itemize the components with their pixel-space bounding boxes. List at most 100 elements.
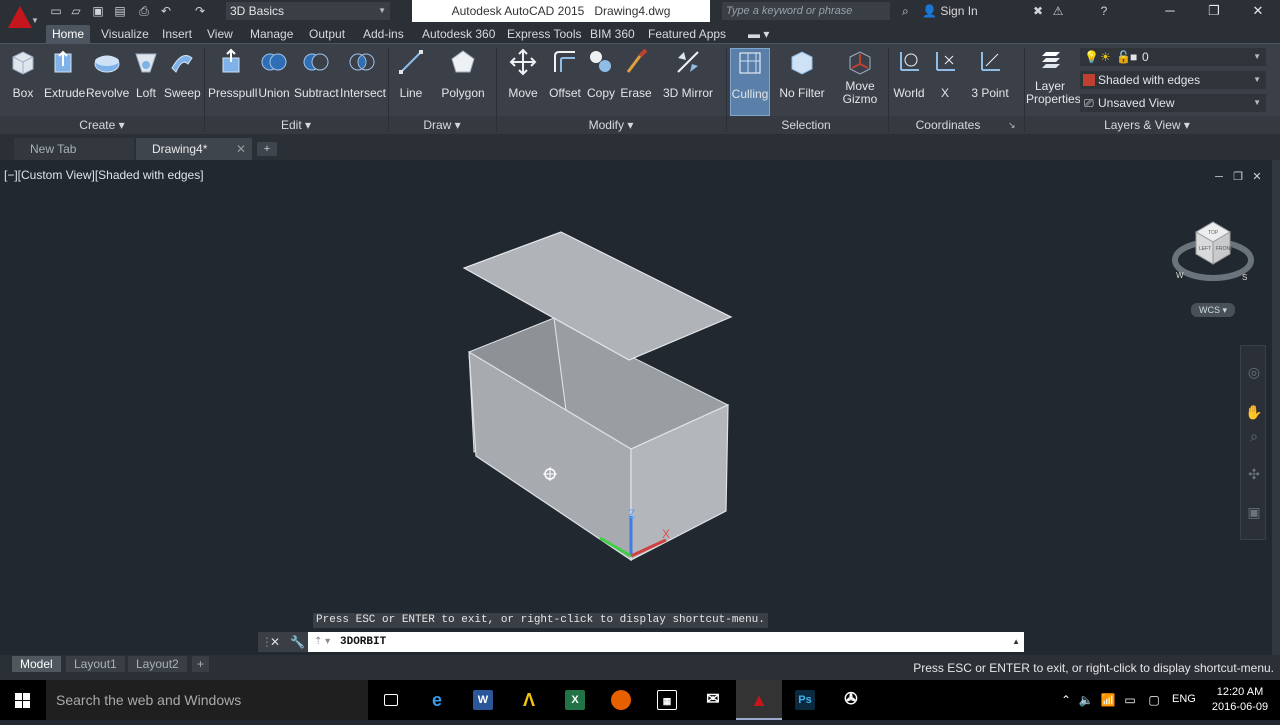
autocad-app[interactable]: ▲ xyxy=(736,680,782,720)
edit-panel-title[interactable]: Edit ▾ xyxy=(204,116,388,134)
pan-icon[interactable]: ✋ xyxy=(1244,402,1264,422)
world-button[interactable]: World xyxy=(890,48,928,110)
viewcube-front-label[interactable]: FRONT xyxy=(1216,246,1233,252)
tab-autodesk-360[interactable]: Autodesk 360 xyxy=(416,25,501,43)
dialog-launcher-icon[interactable]: ↘ xyxy=(1008,120,1016,131)
task-view-button[interactable] xyxy=(368,680,414,720)
edge-app[interactable]: e xyxy=(414,680,460,720)
tab-bim-360[interactable]: BIM 360 xyxy=(584,25,641,43)
plot-icon[interactable]: ⎙ xyxy=(136,3,152,19)
binoculars-icon[interactable]: ⌕ xyxy=(902,4,909,18)
tab-layout2[interactable]: Layout2 xyxy=(128,656,187,672)
application-menu-button[interactable]: ▼ xyxy=(0,0,42,44)
tab-layout1[interactable]: Layout1 xyxy=(66,656,125,672)
zoom-icon[interactable]: ⌕ xyxy=(1244,426,1264,446)
sign-in-button[interactable]: ⌕ 👤 Sign In xyxy=(898,2,1026,20)
presspull-button[interactable]: Presspull xyxy=(208,48,257,110)
move-button[interactable]: Move xyxy=(506,48,540,110)
restore-button[interactable]: ❐ xyxy=(1192,0,1236,22)
compass-w[interactable]: W xyxy=(1176,271,1184,280)
command-input[interactable]: 3DORBIT xyxy=(340,632,386,652)
wcs-menu[interactable]: WCS ▾ xyxy=(1191,303,1235,317)
intersect-button[interactable]: Intersect xyxy=(340,48,386,110)
tab-express-tools[interactable]: Express Tools xyxy=(501,25,587,43)
tab-new-tab[interactable]: New Tab xyxy=(14,138,134,160)
polygon-button[interactable]: Polygon xyxy=(440,48,486,110)
tab-insert[interactable]: Insert xyxy=(156,25,198,43)
tab-featured-apps[interactable]: Featured Apps xyxy=(642,25,732,43)
no-filter-button[interactable]: No Filter xyxy=(778,48,826,110)
help-icon[interactable]: ? xyxy=(1096,3,1112,19)
extrude-button[interactable]: Extrude xyxy=(44,48,85,110)
revolve-button[interactable]: Revolve xyxy=(86,48,129,110)
windows-search-box[interactable]: Search the web and Windows xyxy=(46,680,368,720)
help-search-input[interactable]: Type a keyword or phrase xyxy=(722,2,890,20)
union-button[interactable]: Union xyxy=(256,48,292,110)
box-button[interactable]: Box xyxy=(6,48,40,110)
loft-button[interactable]: Loft xyxy=(132,48,160,110)
sweep-button[interactable]: Sweep xyxy=(164,48,201,110)
calculator-app[interactable]: ▦ xyxy=(644,680,690,720)
workspace-dropdown[interactable]: 3D Basics ▼ xyxy=(226,2,390,20)
word-app[interactable]: W xyxy=(460,680,506,720)
open-file-icon[interactable]: ▱ xyxy=(68,3,84,19)
minimize-button[interactable]: ─ xyxy=(1148,0,1192,22)
photoshop-app[interactable]: Ps xyxy=(782,680,828,720)
copy-button[interactable]: Copy xyxy=(586,48,616,110)
firefox-app[interactable] xyxy=(598,680,644,720)
compass-s[interactable]: S xyxy=(1242,273,1247,282)
3-point-button[interactable]: 3 Point xyxy=(968,48,1012,110)
new-layout-button[interactable]: + xyxy=(192,656,210,672)
viewcube[interactable]: TOP LEFT FRONT W S xyxy=(1168,212,1254,292)
tab-visualize[interactable]: Visualize xyxy=(95,25,155,43)
tab-home[interactable]: Home xyxy=(46,25,91,43)
close-icon[interactable]: ✕ xyxy=(236,138,246,160)
tab-add-ins[interactable]: Add-ins xyxy=(357,25,410,43)
layers-view-panel-title[interactable]: Layers & View ▾ xyxy=(1024,116,1270,134)
a360-icon[interactable]: ⚠ xyxy=(1050,3,1066,19)
steering-wheel-icon[interactable]: ◎ xyxy=(1244,362,1264,382)
tab-view[interactable]: View xyxy=(201,25,239,43)
vertical-scrollbar[interactable] xyxy=(1272,160,1280,655)
close-button[interactable]: ✕ xyxy=(1236,0,1280,22)
named-view-dropdown[interactable]: ⎚ Unsaved View ▼ xyxy=(1080,94,1266,112)
save-icon[interactable]: ▣ xyxy=(90,3,106,19)
recorder-app[interactable]: ✇ xyxy=(828,680,874,720)
showmotion-icon[interactable]: ▣ xyxy=(1244,502,1264,522)
drawing-viewport[interactable]: [−][Custom View][Shaded with edges] ─ ❐ … xyxy=(0,160,1272,655)
modify-panel-title[interactable]: Modify ▾ xyxy=(496,116,726,134)
input-language[interactable]: ENG xyxy=(1172,693,1196,705)
start-button[interactable] xyxy=(0,680,46,720)
viewcube-left-label[interactable]: LEFT xyxy=(1199,246,1211,252)
3d-model[interactable]: Z X xyxy=(0,160,1272,655)
layer-dropdown[interactable]: 💡 ☀ 🔓 ■ 0 ▼ xyxy=(1080,48,1266,66)
move-gizmo-button[interactable]: Move Gizmo xyxy=(836,48,884,110)
tab-manage[interactable]: Manage xyxy=(244,25,299,43)
3d-mirror-button[interactable]: 3D Mirror xyxy=(660,48,716,110)
save-as-icon[interactable]: ▤ xyxy=(112,3,128,19)
redo-icon[interactable]: ↷ xyxy=(192,3,208,19)
recent-commands-icon[interactable]: ⇡ ▾ xyxy=(314,632,330,652)
subtract-button[interactable]: Subtract xyxy=(294,48,339,110)
tab-model[interactable]: Model xyxy=(12,656,61,672)
autocad-360-app[interactable]: Λ xyxy=(506,680,552,720)
mail-app[interactable]: ✉ xyxy=(690,680,736,720)
command-history-icon[interactable]: ▲ xyxy=(1012,632,1020,652)
ucs-x-button[interactable]: X xyxy=(930,48,960,110)
tab-output[interactable]: Output xyxy=(303,25,351,43)
network-icon[interactable]: 📶 xyxy=(1100,692,1116,708)
volume-icon[interactable]: 🔈 xyxy=(1078,692,1094,708)
line-button[interactable]: Line xyxy=(394,48,428,110)
show-hidden-icons[interactable]: ⌃ xyxy=(1058,692,1074,708)
new-drawing-button[interactable]: + xyxy=(257,142,277,156)
undo-icon[interactable]: ↶ xyxy=(158,3,174,19)
new-file-icon[interactable]: ▭ xyxy=(48,3,64,19)
customize-wrench-icon[interactable]: 🔧 xyxy=(290,632,305,652)
tab-drawing4[interactable]: Drawing4* ✕ xyxy=(136,138,252,160)
erase-button[interactable]: Erase xyxy=(620,48,652,110)
exchange-apps-icon[interactable]: ✖ xyxy=(1030,3,1046,19)
culling-button[interactable]: Culling xyxy=(730,48,770,116)
create-panel-title[interactable]: Create ▾ xyxy=(0,116,204,134)
close-command-icon[interactable]: ✕ xyxy=(270,632,280,652)
viewcube-top-label[interactable]: TOP xyxy=(1208,230,1219,236)
